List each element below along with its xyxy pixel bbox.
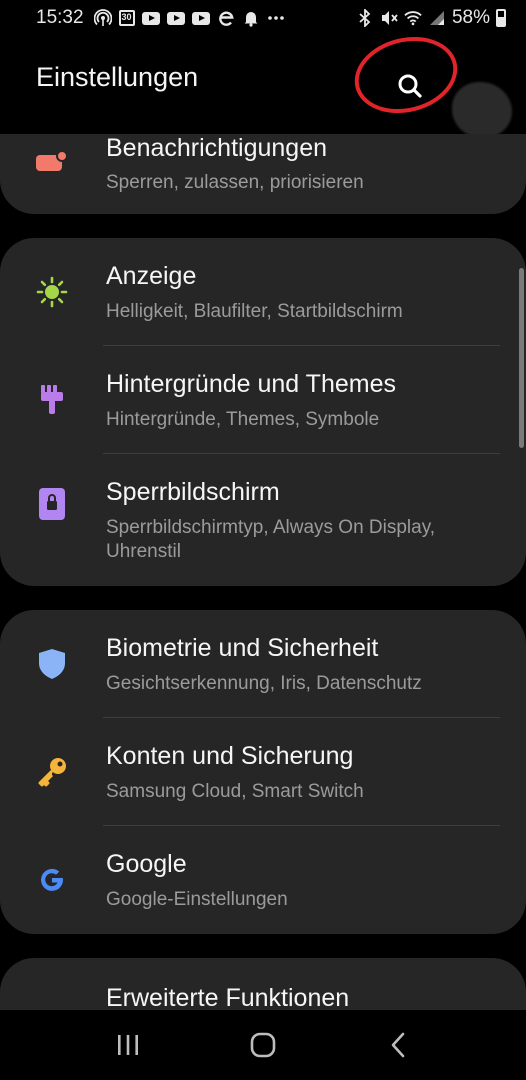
app-header: Einstellungen — [0, 36, 526, 138]
avatar[interactable] — [452, 82, 512, 138]
status-time: 15:32 — [36, 7, 84, 28]
settings-item-label: Benachrichtigungen — [106, 134, 327, 162]
navigation-bar — [0, 1010, 526, 1080]
settings-item-label: Google — [106, 850, 187, 878]
settings-item-notifications[interactable]: Benachrichtigungen Sperren, zulassen, pr… — [0, 134, 526, 214]
battery-percent: 58% — [451, 7, 490, 28]
search-icon — [398, 74, 422, 98]
settings-item-subtitle: Samsung Cloud, Smart Switch — [106, 781, 364, 802]
settings-card-notifications: Benachrichtigungen Sperren, zulassen, pr… — [0, 134, 526, 214]
e-icon — [217, 9, 235, 27]
page-title: Einstellungen — [36, 62, 199, 92]
settings-item-label: Erweiterte Funktionen — [106, 984, 350, 1012]
settings-card-advanced: Erweiterte Funktionen — [0, 958, 526, 1018]
youtube-icon — [141, 11, 160, 25]
settings-item-label: Konten und Sicherung — [106, 742, 354, 770]
settings-item-lockscreen[interactable]: Sperrbildschirm Sperrbildschirmtyp, Alwa… — [0, 454, 526, 586]
settings-item-label: Hintergründe und Themes — [106, 370, 396, 398]
settings-item-subtitle: Google-Einstellungen — [106, 889, 288, 910]
status-bar: 15:32 30 58% — [0, 0, 526, 36]
notifications-icon — [36, 146, 68, 178]
settings-card-security: Biometrie und Sicherheit Gesichtserkennu… — [0, 610, 526, 934]
mute-icon — [380, 9, 398, 27]
back-icon — [392, 1032, 405, 1058]
recents-button[interactable] — [98, 1020, 158, 1070]
more-icon — [267, 9, 285, 27]
lock-icon — [36, 488, 68, 520]
google-icon — [36, 864, 68, 896]
sun-icon — [36, 276, 68, 308]
calendar-icon: 30 — [118, 10, 135, 26]
signal-icon — [428, 9, 446, 27]
battery-icon — [496, 9, 506, 27]
settings-item-subtitle: Sperrbildschirmtyp, Always On Display, U… — [106, 517, 436, 562]
bluetooth-icon — [356, 9, 374, 27]
recents-icon — [117, 1035, 138, 1055]
shield-icon — [36, 648, 68, 680]
settings-item-biometrics[interactable]: Biometrie und Sicherheit Gesichtserkennu… — [0, 610, 526, 718]
settings-item-advanced[interactable]: Erweiterte Funktionen — [0, 958, 526, 1018]
home-icon — [250, 1032, 276, 1058]
settings-item-display[interactable]: Anzeige Helligkeit, Blaufilter, Startbil… — [0, 238, 526, 346]
scrollbar[interactable] — [519, 268, 524, 448]
settings-item-subtitle: Helligkeit, Blaufilter, Startbildschirm — [106, 301, 403, 322]
hotspot-icon — [93, 9, 112, 27]
search-button[interactable] — [380, 56, 440, 116]
settings-item-subtitle: Gesichtserkennung, Iris, Datenschutz — [106, 673, 422, 694]
youtube-icon — [166, 11, 185, 25]
settings-card-display: Anzeige Helligkeit, Blaufilter, Startbil… — [0, 238, 526, 586]
settings-item-subtitle: Sperren, zulassen, priorisieren — [106, 172, 364, 193]
settings-item-wallpapers[interactable]: Hintergründe und Themes Hintergründe, Th… — [0, 346, 526, 454]
home-button[interactable] — [233, 1020, 293, 1070]
youtube-icon — [191, 11, 210, 25]
back-button[interactable] — [368, 1020, 428, 1070]
settings-item-label: Anzeige — [106, 262, 197, 290]
bell-icon — [242, 9, 260, 27]
settings-item-subtitle: Hintergründe, Themes, Symbole — [106, 409, 380, 430]
settings-item-label: Biometrie und Sicherheit — [106, 634, 379, 662]
key-icon — [36, 756, 68, 788]
paintbrush-icon — [36, 384, 68, 416]
settings-item-label: Sperrbildschirm — [106, 478, 280, 506]
settings-item-accounts[interactable]: Konten und Sicherung Samsung Cloud, Smar… — [0, 718, 526, 826]
wifi-icon — [404, 9, 422, 27]
settings-item-google[interactable]: Google Google-Einstellungen — [0, 826, 526, 934]
